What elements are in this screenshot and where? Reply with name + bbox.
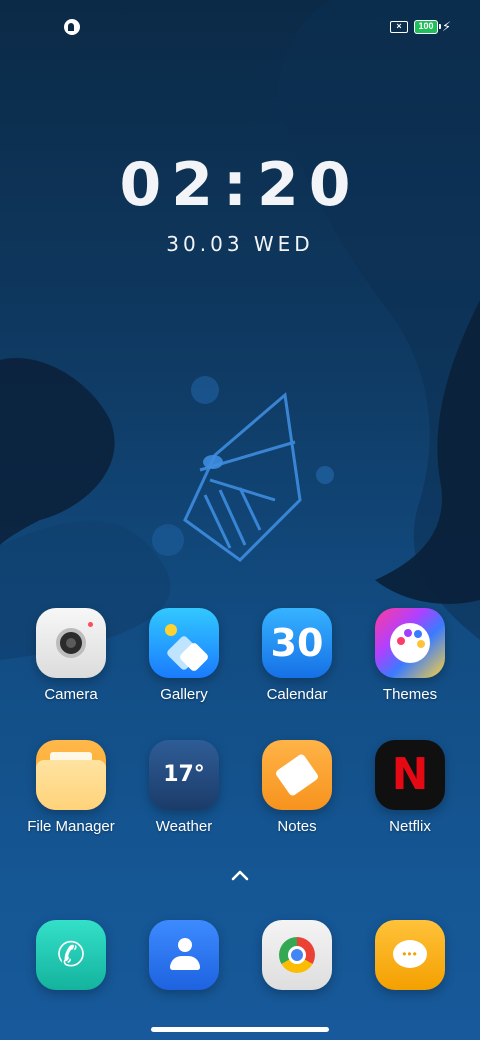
app-label: Gallery xyxy=(160,686,208,703)
status-bar: × 100 ⚡︎ xyxy=(0,14,480,40)
dock-messages[interactable] xyxy=(355,920,465,990)
app-calendar[interactable]: 30 Calendar xyxy=(242,608,352,703)
contacts-icon xyxy=(149,920,219,990)
palette-icon xyxy=(375,608,445,678)
calendar-icon: 30 xyxy=(262,608,332,678)
chevron-up-icon[interactable] xyxy=(228,864,252,888)
app-label: File Manager xyxy=(27,818,115,835)
app-label: Notes xyxy=(277,818,317,835)
netflix-icon: N xyxy=(375,740,445,810)
app-label: Camera xyxy=(44,686,98,703)
camera-icon xyxy=(36,608,106,678)
messages-icon xyxy=(375,920,445,990)
no-sim-icon: × xyxy=(390,21,408,33)
app-notes[interactable]: Notes xyxy=(242,740,352,835)
clock-date: 30.03 WED xyxy=(166,232,314,256)
weather-icon: 17° xyxy=(149,740,219,810)
notes-icon xyxy=(262,740,332,810)
folder-icon xyxy=(36,740,106,810)
home-indicator[interactable] xyxy=(151,1027,329,1032)
battery-icon: 100 xyxy=(414,20,441,34)
app-label: Weather xyxy=(155,818,213,835)
dock-contacts[interactable] xyxy=(129,920,239,990)
dock-phone[interactable]: ✆ xyxy=(16,920,126,990)
bolt-icon: ⚡︎ xyxy=(442,19,452,34)
app-label: Calendar xyxy=(266,686,328,703)
app-netflix[interactable]: N Netflix xyxy=(355,740,465,835)
app-camera[interactable]: Camera xyxy=(16,608,126,703)
boat-illustration xyxy=(183,392,302,562)
app-label: Themes xyxy=(382,686,438,703)
phone-icon: ✆ xyxy=(36,920,106,990)
app-label: Netflix xyxy=(389,818,431,835)
chrome-icon xyxy=(262,920,332,990)
dock-chrome[interactable] xyxy=(242,920,352,990)
clock-time: 02:20 xyxy=(119,150,361,220)
notification-icon xyxy=(64,19,80,35)
app-themes[interactable]: Themes xyxy=(355,608,465,703)
gallery-icon xyxy=(149,608,219,678)
app-weather[interactable]: 17° Weather xyxy=(129,740,239,835)
app-gallery[interactable]: Gallery xyxy=(129,608,239,703)
app-file-manager[interactable]: File Manager xyxy=(16,740,126,835)
